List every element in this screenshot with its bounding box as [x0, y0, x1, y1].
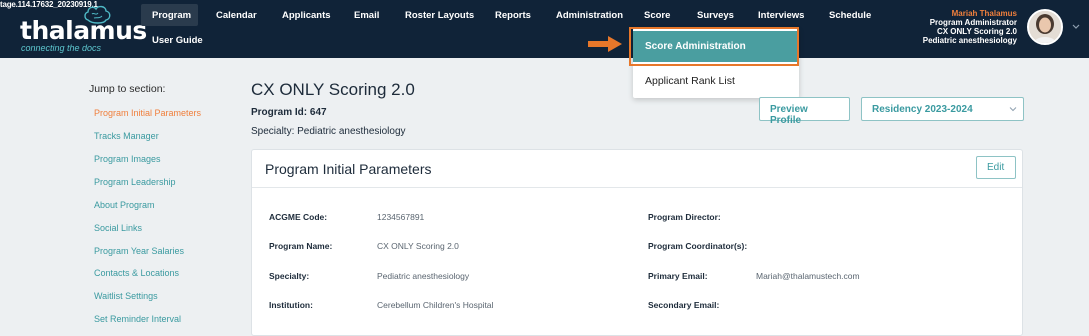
avatar[interactable] — [1027, 9, 1063, 45]
field-label-primary-email: Primary Email: — [648, 271, 708, 281]
nav-calendar[interactable]: Calendar — [216, 10, 257, 21]
arrow-right-icon — [588, 36, 622, 52]
field-label-program-name: Program Name: — [269, 241, 333, 251]
sidebar-link-waitlist-settings[interactable]: Waitlist Settings — [94, 291, 158, 301]
menu-item-applicant-rank-list[interactable]: Applicant Rank List — [645, 75, 735, 87]
program-id: Program Id: 647 — [251, 107, 327, 118]
nav-user-guide[interactable]: User Guide — [152, 35, 203, 46]
sidebar-link-tracks-manager[interactable]: Tracks Manager — [94, 131, 159, 141]
field-label-program-director: Program Director: — [648, 212, 721, 222]
field-label-secondary-email: Secondary Email: — [648, 300, 720, 310]
user-info[interactable]: Mariah Thalamus Program Administrator CX… — [923, 9, 1017, 45]
user-program: CX ONLY Scoring 2.0 — [936, 27, 1017, 36]
sidebar-link-set-reminder-interval[interactable]: Set Reminder Interval — [94, 314, 181, 324]
sidebar-link-program-images[interactable]: Program Images — [94, 154, 161, 164]
field-label-acgme-code: ACGME Code: — [269, 212, 328, 222]
card-title: Program Initial Parameters — [265, 161, 432, 177]
sidebar-link-program-initial-parameters[interactable]: Program Initial Parameters — [94, 108, 201, 118]
field-label-institution: Institution: — [269, 300, 313, 310]
sidebar-link-program-year-salaries[interactable]: Program Year Salaries — [94, 246, 184, 256]
program-specialty: Specialty: Pediatric anesthesiology — [251, 126, 406, 137]
nav-applicants[interactable]: Applicants — [282, 10, 331, 21]
brand-name: thalamus — [20, 16, 147, 45]
callout-highlight-box — [629, 27, 799, 66]
sidebar-link-program-leadership[interactable]: Program Leadership — [94, 177, 176, 187]
user-role: Program Administrator — [929, 18, 1017, 27]
nav-interviews[interactable]: Interviews — [758, 10, 804, 21]
field-value-institution: Cerebellum Children's Hospital — [377, 300, 494, 310]
top-navigation-bar: tage.114.17632_20230919.1 thalamus conne… — [0, 0, 1089, 58]
user-name: Mariah Thalamus — [951, 9, 1017, 18]
nav-reports[interactable]: Reports — [495, 10, 531, 21]
chevron-down-icon[interactable] — [1071, 22, 1081, 32]
field-value-program-name: CX ONLY Scoring 2.0 — [377, 241, 459, 251]
program-initial-parameters-card: Program Initial Parameters Edit ACGME Co… — [251, 149, 1023, 336]
nav-administration[interactable]: Administration — [556, 10, 623, 21]
user-photo-icon — [1029, 11, 1061, 43]
nav-score[interactable]: Score — [644, 10, 670, 21]
nav-surveys[interactable]: Surveys — [697, 10, 734, 21]
jump-to-section-title: Jump to section: — [89, 83, 166, 95]
card-header: Program Initial Parameters Edit — [252, 150, 1022, 188]
field-value-acgme-code: 1234567891 — [377, 212, 425, 222]
field-label-program-coordinators: Program Coordinator(s): — [648, 241, 748, 251]
sidebar-link-contacts-locations[interactable]: Contacts & Locations — [94, 268, 179, 278]
sidebar-link-about-program[interactable]: About Program — [94, 200, 155, 210]
nav-schedule[interactable]: Schedule — [829, 10, 871, 21]
field-label-specialty: Specialty: — [269, 271, 310, 281]
nav-email[interactable]: Email — [354, 10, 379, 21]
sidebar-link-social-links[interactable]: Social Links — [94, 223, 142, 233]
field-value-specialty: Pediatric anesthesiology — [377, 271, 470, 281]
preview-profile-button[interactable]: Preview Profile — [759, 97, 850, 126]
field-value-primary-email: Mariah@thalamustech.com — [756, 271, 860, 281]
user-specialty: Pediatric anesthesiology — [922, 36, 1017, 45]
edit-button[interactable]: Edit — [976, 156, 1016, 179]
nav-program[interactable]: Program — [152, 10, 191, 21]
season-select[interactable]: Residency 2023-2024 — [861, 97, 1024, 121]
page-title: CX ONLY Scoring 2.0 — [251, 80, 415, 99]
chevron-down-icon — [1009, 107, 1017, 112]
nav-roster-layouts[interactable]: Roster Layouts — [405, 10, 474, 21]
brand-tagline: connecting the docs — [21, 43, 102, 53]
thalamus-logo[interactable]: thalamus connecting the docs — [20, 5, 147, 53]
season-select-value: Residency 2023-2024 — [872, 104, 973, 115]
